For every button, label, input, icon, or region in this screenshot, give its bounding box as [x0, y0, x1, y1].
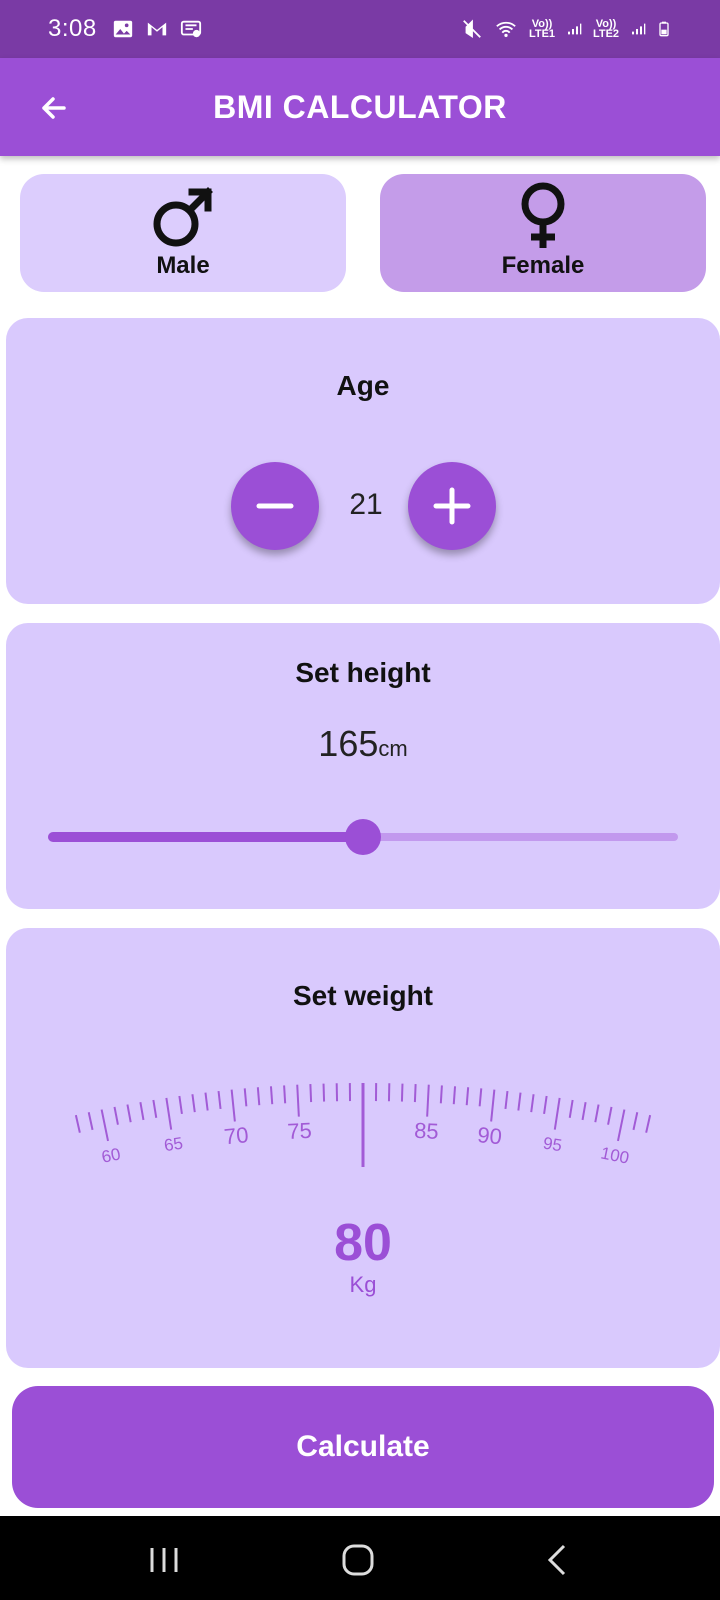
page-title: BMI CALCULATOR [213, 88, 507, 125]
age-value: 21 [349, 488, 383, 521]
dial-tick [607, 1106, 613, 1125]
dial-tick [452, 1086, 457, 1105]
dial-tick [543, 1095, 548, 1114]
status-time: 3:08 [48, 15, 97, 42]
dial-tick [100, 1109, 110, 1142]
weight-value: 80 [334, 1214, 392, 1272]
dial-tick [568, 1099, 574, 1118]
dial-tick [126, 1104, 132, 1123]
female-card[interactable]: Female [380, 174, 706, 292]
age-title: Age [336, 370, 390, 401]
dial-tick [74, 1114, 81, 1133]
height-card: Set height 165cm [6, 623, 720, 909]
lte1-signal-icon: Vo)) LTE1 [528, 18, 556, 40]
gmail-icon [147, 22, 166, 36]
dial-label: 75 [287, 1118, 313, 1144]
dial-tick [283, 1085, 287, 1104]
dial-tick [400, 1083, 404, 1102]
dial-tick [87, 1112, 94, 1131]
dial-tick [204, 1092, 209, 1111]
recents-icon[interactable] [144, 1540, 184, 1580]
weight-dial[interactable]: 60 65 70 75 85 90 95 100 [6, 1068, 720, 1228]
male-card[interactable]: Male [20, 174, 346, 292]
height-title: Set height [295, 657, 431, 688]
dial-tick [517, 1092, 522, 1111]
minus-icon [256, 503, 294, 509]
female-symbol-icon [521, 182, 565, 248]
dial-tick [217, 1090, 222, 1110]
dial-tick [465, 1087, 470, 1106]
dial-tick [256, 1087, 261, 1106]
dial-tick [178, 1095, 183, 1114]
dial-tick [296, 1084, 300, 1117]
plus-icon [433, 487, 471, 525]
mute-icon [463, 19, 481, 39]
dial-label: 60 [100, 1144, 122, 1166]
dial-tick [243, 1088, 248, 1107]
dial-tick [139, 1102, 145, 1121]
status-right-icons: Vo)) LTE1 Vo)) LTE2 [460, 18, 672, 40]
app-bar: BMI CALCULATOR [0, 58, 720, 156]
dial-tick [478, 1088, 483, 1107]
dial-tick [269, 1086, 274, 1105]
age-increment-button[interactable] [408, 462, 496, 550]
dial-label: 100 [599, 1143, 631, 1167]
slider-thumb[interactable] [345, 819, 381, 855]
dial-tick [230, 1089, 236, 1122]
male-symbol-icon [153, 187, 213, 247]
weight-unit: Kg [349, 1272, 377, 1297]
dial-tick [645, 1114, 652, 1133]
height-unit: cm [378, 736, 408, 761]
dial-label: 90 [476, 1122, 503, 1149]
status-bar: 3:08 Vo)) LTE1 Vo)) LTE2 [0, 0, 720, 58]
navigation-bar [0, 1516, 720, 1600]
battery-icon [659, 21, 669, 37]
dial-tick [322, 1083, 326, 1102]
calculate-button[interactable]: Calculate [12, 1386, 714, 1508]
dial-tick [632, 1112, 639, 1131]
dial-tick [309, 1084, 313, 1103]
dial-tick [191, 1094, 196, 1113]
dial-tick [581, 1102, 587, 1121]
signal-bars-icon [568, 23, 582, 35]
arrow-left-icon[interactable] [34, 88, 74, 128]
female-label: Female [501, 252, 585, 279]
dial-tick [594, 1104, 600, 1123]
wifi-icon [496, 21, 516, 38]
age-decrement-button[interactable] [231, 462, 319, 550]
back-chevron-icon[interactable] [538, 1540, 578, 1580]
slider-fill [48, 832, 363, 842]
message-icon [180, 20, 201, 38]
dial-tick [152, 1099, 158, 1118]
male-label: Male [156, 252, 210, 279]
height-slider[interactable] [48, 819, 678, 855]
dial-tick [490, 1089, 496, 1122]
dial-tick [530, 1094, 535, 1113]
weight-title: Set weight [292, 980, 433, 1011]
dial-tick [165, 1097, 173, 1130]
dial-tick [426, 1084, 430, 1117]
dial-tick [553, 1097, 561, 1130]
height-value-display: 165cm [6, 723, 720, 765]
dial-tick [439, 1085, 443, 1104]
dial-tick [113, 1106, 119, 1125]
dial-label: 65 [163, 1134, 185, 1156]
status-left-icons [111, 18, 203, 40]
lte2-signal-icon: Vo)) LTE2 [592, 18, 620, 40]
home-icon[interactable] [338, 1540, 378, 1580]
dial-label: 85 [414, 1118, 440, 1144]
dial-tick [504, 1090, 509, 1110]
dial-label: 70 [223, 1122, 250, 1149]
signal-bars-icon [632, 23, 646, 35]
height-value: 165 [318, 723, 379, 764]
image-icon [113, 20, 132, 38]
age-card: Age 21 [6, 318, 720, 604]
dial-tick [616, 1109, 626, 1142]
weight-card: Set weight 60 65 70 75 85 90 95 100 80 Kg [6, 928, 720, 1368]
dial-tick [413, 1084, 417, 1103]
dial-label: 95 [542, 1134, 564, 1156]
